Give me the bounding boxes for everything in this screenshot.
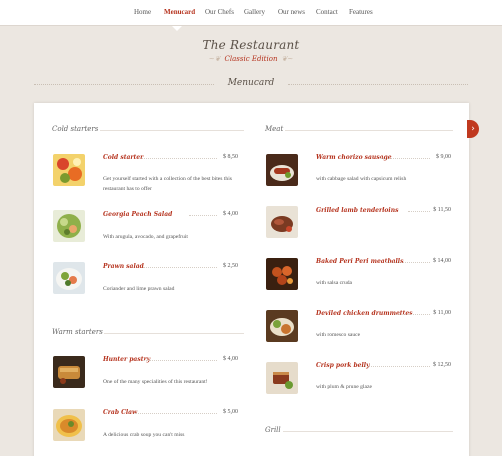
dish-name[interactable]: Cold starter: [103, 154, 143, 161]
price-leader: [143, 267, 217, 268]
dish-name[interactable]: Georgia Peach Salad: [103, 211, 172, 218]
dish-description: with cabbage salad with capsicum relish: [316, 176, 407, 182]
dish-description: Get yourself started with a collection o…: [103, 176, 232, 192]
nav-item-features[interactable]: Features: [349, 8, 373, 16]
dish-price: $ 2,50: [223, 263, 238, 269]
dish-name[interactable]: Crab Claw: [103, 409, 137, 416]
logo-tagline: ~❦ Classic Edition ❦~: [0, 55, 502, 63]
top-navigation: Home Menucard Our Chefs Gallery Our news…: [0, 0, 502, 26]
dish-image-hunter-pastry[interactable]: [53, 356, 85, 388]
nav-item-our-chefs[interactable]: Our Chefs: [205, 8, 234, 16]
dish-price: $ 8,50: [223, 154, 238, 160]
nav-item-gallery[interactable]: Gallery: [244, 8, 265, 16]
dish-image-crab-claw[interactable]: [53, 409, 85, 441]
nav-item-home[interactable]: Home: [134, 8, 151, 16]
nav-item-menucard[interactable]: Menucard: [164, 8, 195, 16]
dish-description: with plum & prune glaze: [316, 384, 372, 390]
dish-price: $ 4,00: [223, 211, 238, 217]
dish-description: with romesco sauce: [316, 332, 361, 338]
dish-price: $ 11,00: [433, 310, 451, 316]
menu-card: Cold starters Cold starter $ 8,50 Get yo…: [34, 103, 469, 456]
dish-description: with salsa cruda: [316, 280, 353, 286]
nav-item-contact[interactable]: Contact: [316, 8, 338, 16]
dish-description: One of the many specialities of this res…: [103, 379, 208, 385]
dish-price: $ 5,00: [223, 409, 238, 415]
dish-image-prawn-salad[interactable]: [53, 262, 85, 294]
section-title: Menucard: [227, 78, 275, 88]
dish-image-georgia-peach-salad[interactable]: [53, 210, 85, 242]
dish-price: $ 9,00: [436, 154, 451, 160]
dish-image-warm-chorizo-sausage[interactable]: [266, 154, 298, 186]
category-grill: Grill: [265, 426, 281, 434]
dish-image-crisp-pork-belly[interactable]: [266, 362, 298, 394]
ornament-right-icon: ❦~: [281, 55, 294, 63]
price-leader: [135, 413, 217, 414]
dish-price: $ 4,00: [223, 356, 238, 362]
category-rule: [283, 431, 453, 432]
category-meat: Meat: [265, 125, 284, 133]
price-leader: [142, 158, 217, 159]
price-leader: [360, 366, 430, 367]
active-nav-pointer: [172, 26, 182, 31]
section-divider-right: [288, 84, 468, 85]
category-cold-starters: Cold starters: [52, 125, 99, 133]
dish-description: With arugula, avocado, and grapefruit: [103, 234, 188, 240]
dish-description: A delicious crab soup you can't miss: [103, 432, 185, 438]
logo-tagline-text: Classic Edition: [224, 55, 278, 63]
dish-price: $ 11,50: [433, 207, 451, 213]
dish-image-grilled-lamb-tenderloins[interactable]: [266, 206, 298, 238]
category-warm-starters: Warm starters: [52, 328, 103, 336]
price-leader: [144, 360, 217, 361]
dish-description: Coriander and lime prawn salad: [103, 286, 175, 292]
next-page-button[interactable]: ›: [467, 120, 479, 138]
category-rule: [104, 333, 244, 334]
category-rule: [285, 130, 453, 131]
dish-image-deviled-chicken-drummettes[interactable]: [266, 310, 298, 342]
dish-image-cold-starter[interactable]: [53, 154, 85, 186]
chevron-right-icon: ›: [471, 124, 475, 134]
dish-name[interactable]: Grilled lamb tenderloins: [316, 207, 398, 214]
logo-name: The Restaurant: [202, 38, 300, 52]
dish-image-baked-peri-peri-meatballs[interactable]: [266, 258, 298, 290]
ornament-left-icon: ~❦: [208, 55, 221, 63]
restaurant-logo[interactable]: The Restaurant ~❦ Classic Edition ❦~: [0, 38, 502, 63]
category-rule: [100, 130, 244, 131]
nav-item-our-news[interactable]: Our news: [278, 8, 305, 16]
dish-price: $ 14,00: [433, 258, 451, 264]
dish-name[interactable]: Prawn salad: [103, 263, 144, 270]
dish-price: $ 12,50: [433, 362, 451, 368]
